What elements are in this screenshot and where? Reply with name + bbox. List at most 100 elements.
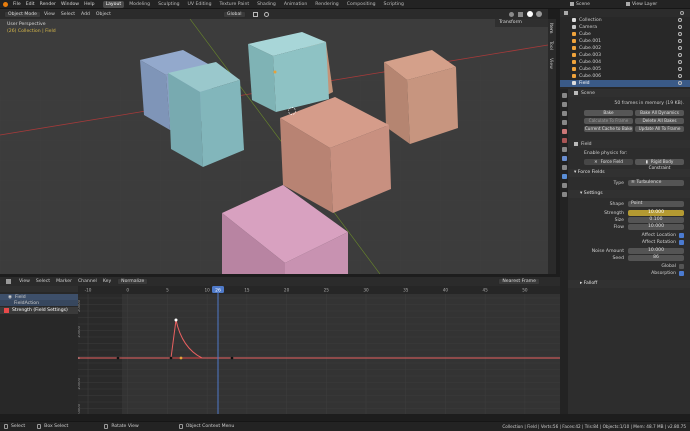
graph-menu-select[interactable]: Select — [36, 279, 50, 284]
force-field-button[interactable]: ✕ Force Field — [584, 159, 633, 165]
absorption-row[interactable]: Absorption — [568, 271, 690, 276]
outliner-item[interactable]: Cube — [560, 31, 690, 38]
cube-teal-top[interactable] — [248, 32, 333, 112]
workspace-tab-sculpting[interactable]: Sculpting — [155, 1, 182, 8]
xray-icon[interactable] — [518, 11, 523, 17]
settings-section[interactable]: ▾ Settings — [568, 190, 690, 198]
global-checkbox[interactable] — [679, 264, 684, 269]
rigid-body-constraint-button[interactable]: ▮ Rigid Body Constraint — [635, 159, 684, 170]
workspace-tab-uv-editing[interactable]: UV Editing — [185, 1, 215, 8]
normalize-toggle[interactable]: Normalize — [117, 278, 149, 285]
size-field[interactable]: 0.100 — [628, 217, 684, 223]
workspace-tab-modeling[interactable]: Modeling — [126, 1, 153, 8]
outliner-item[interactable]: Cube.003 — [560, 52, 690, 59]
channel-action[interactable]: FieldAction — [0, 300, 78, 306]
eye-icon[interactable] — [678, 25, 682, 29]
seed-field[interactable]: 86 — [628, 255, 684, 261]
outliner-filter-icon[interactable] — [564, 11, 568, 15]
outliner-item[interactable]: Collection — [560, 17, 690, 24]
scene-tab-icon[interactable] — [561, 129, 567, 134]
eye-icon[interactable] — [678, 74, 682, 78]
object-tab-icon[interactable] — [561, 147, 567, 152]
eye-icon[interactable] — [678, 81, 682, 85]
scene-selector[interactable]: Scene — [576, 2, 626, 7]
view-layer-tab-icon[interactable] — [561, 120, 567, 125]
n-panel-header[interactable]: Transform — [495, 19, 548, 27]
eye-icon[interactable] — [678, 18, 682, 22]
outliner-item[interactable]: Cube.006 — [560, 73, 690, 80]
menu-window[interactable]: Window — [61, 2, 79, 7]
bake-all-dynamics-button[interactable]: Bake All Dynamics — [635, 110, 684, 116]
graph-menu-channel[interactable]: Channel — [78, 279, 97, 284]
affect-rotation-row[interactable]: Affect Rotation — [568, 240, 690, 245]
calculate-to-frame-button[interactable]: Calculate To Frame — [584, 118, 633, 124]
eye-icon[interactable] — [678, 46, 682, 50]
falloff-section[interactable]: ▸ Falloff — [568, 280, 690, 288]
channel-fcurve[interactable]: Strength (Field Settings) — [0, 307, 78, 314]
eye-icon[interactable] — [678, 60, 682, 64]
affect-location-checkbox[interactable] — [679, 233, 684, 238]
3d-viewport[interactable]: User Perspective (26) Collection | Field… — [0, 19, 548, 274]
noise-amount-field[interactable]: 10.000 — [628, 248, 684, 254]
constraints-tab-icon[interactable] — [561, 183, 567, 188]
proportional-edit-icon[interactable] — [263, 11, 269, 17]
eye-icon[interactable]: ◉ — [8, 295, 12, 300]
outliner-search-icon[interactable] — [680, 11, 684, 15]
eye-icon[interactable] — [678, 32, 682, 36]
menu-render[interactable]: Render — [40, 2, 56, 7]
mode-dropdown[interactable]: Object Mode — [4, 10, 41, 18]
bake-button[interactable]: Bake — [584, 110, 633, 116]
view-layer-selector[interactable]: View Layer — [632, 2, 690, 7]
particles-tab-icon[interactable] — [561, 165, 567, 170]
outliner-item[interactable]: Cube.004 — [560, 59, 690, 66]
modifier-tab-icon[interactable] — [561, 156, 567, 161]
viewport-menu-select[interactable]: Select — [61, 12, 75, 17]
snap-icon[interactable] — [252, 11, 258, 17]
viewport-menu-view[interactable]: View — [44, 12, 55, 17]
workspace-tab-rendering[interactable]: Rendering — [312, 1, 341, 8]
menu-file[interactable]: File — [13, 2, 21, 7]
tab-item[interactable]: Item — [548, 23, 553, 33]
keyframe-point[interactable] — [230, 356, 234, 360]
viewport-menu-object[interactable]: Object — [96, 12, 111, 17]
keyframe-point[interactable] — [169, 356, 173, 360]
shading-material-icon[interactable] — [536, 11, 542, 17]
overlay-icon[interactable] — [509, 11, 514, 17]
workspace-tab-animation[interactable]: Animation — [281, 1, 310, 8]
outliner-item-selected[interactable]: Field — [560, 80, 690, 87]
menu-help[interactable]: Help — [84, 2, 94, 7]
data-tab-icon[interactable] — [561, 192, 567, 197]
cube-teal-front[interactable] — [168, 62, 244, 167]
graph-editor[interactable]: -1005101520253035404550 2000010000010000… — [78, 286, 560, 414]
physics-tab-icon[interactable] — [561, 174, 567, 179]
output-tab-icon[interactable] — [561, 111, 567, 116]
world-tab-icon[interactable] — [561, 138, 567, 143]
eye-icon[interactable] — [678, 67, 682, 71]
global-row[interactable]: Global — [568, 264, 690, 269]
affect-location-row[interactable]: Affect Location — [568, 233, 690, 238]
keyframe-point[interactable] — [116, 356, 120, 360]
strength-field[interactable]: 10.000 — [628, 210, 684, 216]
delete-all-bakes-button[interactable]: Delete All Bakes — [635, 118, 684, 124]
flow-field[interactable]: 10.000 — [628, 224, 684, 230]
auto-snap-dropdown[interactable]: Nearest Frame — [498, 278, 540, 285]
workspace-tab-compositing[interactable]: Compositing — [344, 1, 379, 8]
outliner-item[interactable]: Cube.002 — [560, 45, 690, 52]
menu-edit[interactable]: Edit — [26, 2, 35, 7]
graph-menu-marker[interactable]: Marker — [56, 279, 72, 284]
tab-tool[interactable]: Tool — [548, 41, 553, 50]
tab-view[interactable]: View — [548, 58, 553, 69]
update-all-to-frame-button[interactable]: Update All To Frame — [635, 126, 684, 132]
workspace-tab-scripting[interactable]: Scripting — [381, 1, 407, 8]
eye-icon[interactable] — [678, 53, 682, 57]
transform-orientation-dropdown[interactable]: Global — [222, 10, 246, 18]
affect-rotation-checkbox[interactable] — [679, 240, 684, 245]
shape-dropdown[interactable]: Point — [628, 201, 684, 207]
keyframe-point[interactable] — [174, 318, 178, 322]
workspace-tab-texture-paint[interactable]: Texture Paint — [217, 1, 253, 8]
cube-salmon-right[interactable] — [384, 50, 458, 144]
viewport-menu-add[interactable]: Add — [81, 12, 90, 17]
render-tab-icon[interactable] — [561, 102, 567, 107]
workspace-tab-layout[interactable]: Layout — [102, 0, 125, 8]
workspace-tab-shading[interactable]: Shading — [254, 1, 279, 8]
